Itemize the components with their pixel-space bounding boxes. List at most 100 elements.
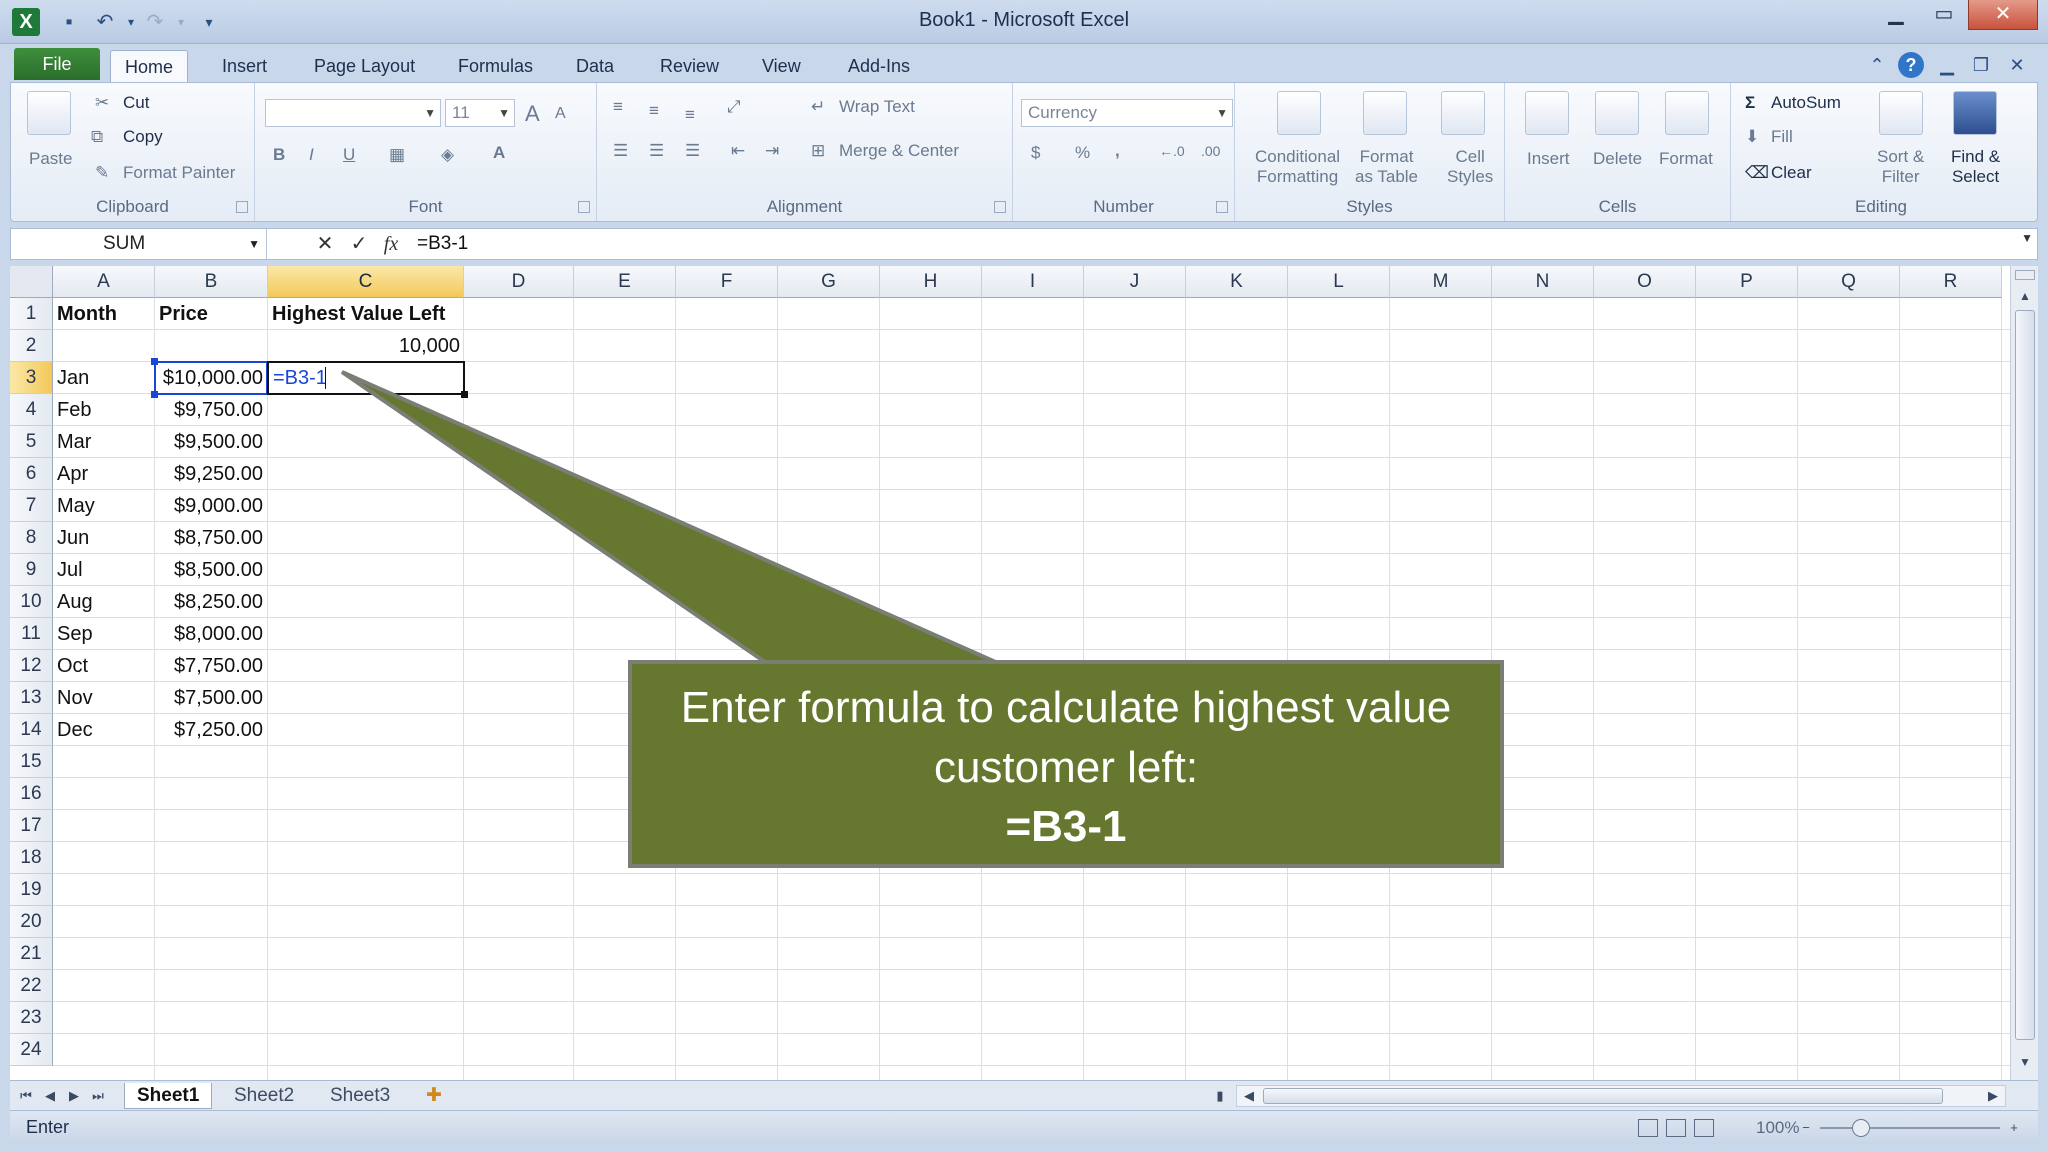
cell-a11[interactable]: Sep — [53, 618, 154, 650]
paste-icon[interactable] — [27, 91, 71, 135]
sort-filter-button[interactable]: Sort & Filter — [1877, 147, 1924, 187]
cell-b5[interactable]: $9,500.00 — [155, 426, 267, 458]
format-painter-button[interactable]: Format Painter — [123, 163, 235, 183]
enter-formula-button[interactable]: ✓ — [345, 231, 373, 257]
page-layout-view-icon[interactable] — [1666, 1119, 1686, 1137]
cell-a6[interactable]: Apr — [53, 458, 154, 490]
font-size-dropdown-icon[interactable]: ▼ — [498, 100, 510, 126]
row-header-24[interactable]: 24 — [10, 1034, 53, 1066]
horizontal-scrollbar[interactable]: ◀ ▶ — [1236, 1085, 2006, 1107]
insert-worksheet-icon[interactable]: ✚ — [414, 1083, 454, 1109]
row-header-12[interactable]: 12 — [10, 650, 53, 682]
tab-review[interactable]: Review — [646, 50, 733, 82]
scroll-up-icon[interactable]: ▲ — [2015, 286, 2035, 306]
font-name-combo[interactable]: ▼ — [265, 99, 441, 127]
last-sheet-icon[interactable]: ⏭ — [88, 1085, 108, 1107]
fill-button[interactable]: Fill — [1771, 127, 1793, 147]
split-box-horizontal[interactable]: ▮ — [1210, 1085, 1230, 1107]
comma-button[interactable]: , — [1115, 141, 1120, 161]
row-header-5[interactable]: 5 — [10, 426, 53, 458]
next-sheet-icon[interactable]: ▶ — [64, 1085, 84, 1107]
formula-input[interactable]: =B3-1 — [417, 229, 468, 259]
column-header-e[interactable]: E — [574, 266, 676, 298]
delete-cells-button[interactable]: Delete — [1593, 149, 1642, 169]
row-header-3[interactable]: 3 — [10, 362, 53, 394]
tab-formulas[interactable]: Formulas — [444, 50, 547, 82]
active-cell-c3[interactable]: =B3-1 — [267, 361, 465, 395]
underline-button[interactable]: U — [343, 145, 355, 165]
font-launcher-icon[interactable] — [578, 201, 590, 213]
cell-c2[interactable]: 10,000 — [268, 330, 464, 362]
conditional-formatting-icon[interactable] — [1277, 91, 1321, 135]
row-header-9[interactable]: 9 — [10, 554, 53, 586]
format-as-table-button[interactable]: Format as Table — [1355, 147, 1418, 187]
row-header-16[interactable]: 16 — [10, 778, 53, 810]
cell-b4[interactable]: $9,750.00 — [155, 394, 267, 426]
row-header-23[interactable]: 23 — [10, 1002, 53, 1034]
binoculars-icon[interactable] — [1953, 91, 1997, 135]
align-middle-icon[interactable]: ≡ — [649, 101, 659, 121]
column-header-i[interactable]: I — [982, 266, 1084, 298]
bold-button[interactable]: B — [273, 145, 285, 165]
row-header-7[interactable]: 7 — [10, 490, 53, 522]
row-header-17[interactable]: 17 — [10, 810, 53, 842]
fill-color-icon[interactable]: ◈ — [441, 145, 454, 165]
row-header-18[interactable]: 18 — [10, 842, 53, 874]
expand-formula-bar-icon[interactable]: ▼ — [2021, 231, 2033, 245]
normal-view-icon[interactable] — [1638, 1119, 1658, 1137]
delete-cells-icon[interactable] — [1595, 91, 1639, 135]
merge-center-button[interactable]: Merge & Center — [839, 141, 959, 161]
row-header-14[interactable]: 14 — [10, 714, 53, 746]
increase-indent-icon[interactable]: ⇥ — [765, 141, 779, 161]
cell-b1[interactable]: Price — [155, 298, 267, 330]
prev-sheet-icon[interactable]: ◀ — [40, 1085, 60, 1107]
cell-a14[interactable]: Dec — [53, 714, 154, 746]
split-box-vertical[interactable] — [2015, 270, 2035, 280]
paste-button[interactable]: Paste — [29, 149, 72, 169]
reference-handle-top-left[interactable] — [151, 358, 158, 365]
minimize-button[interactable]: ▁ — [1872, 0, 1920, 30]
copy-button[interactable]: Copy — [123, 127, 163, 147]
format-painter-icon[interactable]: ✎ — [95, 163, 109, 183]
cell-b10[interactable]: $8,250.00 — [155, 586, 267, 618]
italic-button[interactable]: I — [309, 145, 314, 165]
number-format-dropdown-icon[interactable]: ▼ — [1216, 100, 1228, 126]
name-box-dropdown-icon[interactable]: ▼ — [248, 229, 260, 259]
cell-a13[interactable]: Nov — [53, 682, 154, 714]
row-header-4[interactable]: 4 — [10, 394, 53, 426]
column-header-b[interactable]: B — [155, 266, 268, 298]
row-header-20[interactable]: 20 — [10, 906, 53, 938]
sheet-tab-sheet2[interactable]: Sheet2 — [222, 1083, 306, 1109]
column-header-q[interactable]: Q — [1798, 266, 1900, 298]
zoom-out-icon[interactable]: − — [1796, 1117, 1816, 1139]
row-header-15[interactable]: 15 — [10, 746, 53, 778]
column-header-p[interactable]: P — [1696, 266, 1798, 298]
cell-c3-edit-text[interactable]: =B3-1 — [273, 363, 327, 393]
row-header-19[interactable]: 19 — [10, 874, 53, 906]
vertical-scroll-thumb[interactable] — [2015, 310, 2035, 1040]
align-bottom-icon[interactable]: ≡ — [685, 105, 695, 125]
cell-styles-button[interactable]: Cell Styles — [1447, 147, 1493, 187]
column-header-n[interactable]: N — [1492, 266, 1594, 298]
zoom-slider[interactable] — [1820, 1127, 2000, 1129]
column-header-c[interactable]: C — [268, 266, 464, 298]
sort-filter-icon[interactable] — [1879, 91, 1923, 135]
workbook-close-icon[interactable]: ✕ — [2004, 52, 2030, 78]
cell-b9[interactable]: $8,500.00 — [155, 554, 267, 586]
grow-font-button[interactable]: A — [525, 101, 540, 127]
sheet-tab-sheet3[interactable]: Sheet3 — [318, 1083, 402, 1109]
wrap-text-button[interactable]: Wrap Text — [839, 97, 915, 117]
cell-a1[interactable]: Month — [53, 298, 154, 330]
decrease-decimal-button[interactable]: .00 — [1201, 143, 1220, 159]
percent-button[interactable]: % — [1075, 143, 1090, 163]
column-header-l[interactable]: L — [1288, 266, 1390, 298]
format-cells-button[interactable]: Format — [1659, 149, 1713, 169]
row-header-11[interactable]: 11 — [10, 618, 53, 650]
close-button[interactable]: ✕ — [1968, 0, 2038, 30]
cell-a4[interactable]: Feb — [53, 394, 154, 426]
merge-center-icon[interactable]: ⊞ — [811, 141, 825, 161]
tab-data[interactable]: Data — [562, 50, 628, 82]
font-color-button[interactable]: A — [493, 143, 505, 163]
font-size-combo[interactable]: 11 ▼ — [445, 99, 515, 127]
fill-handle[interactable] — [461, 391, 468, 398]
